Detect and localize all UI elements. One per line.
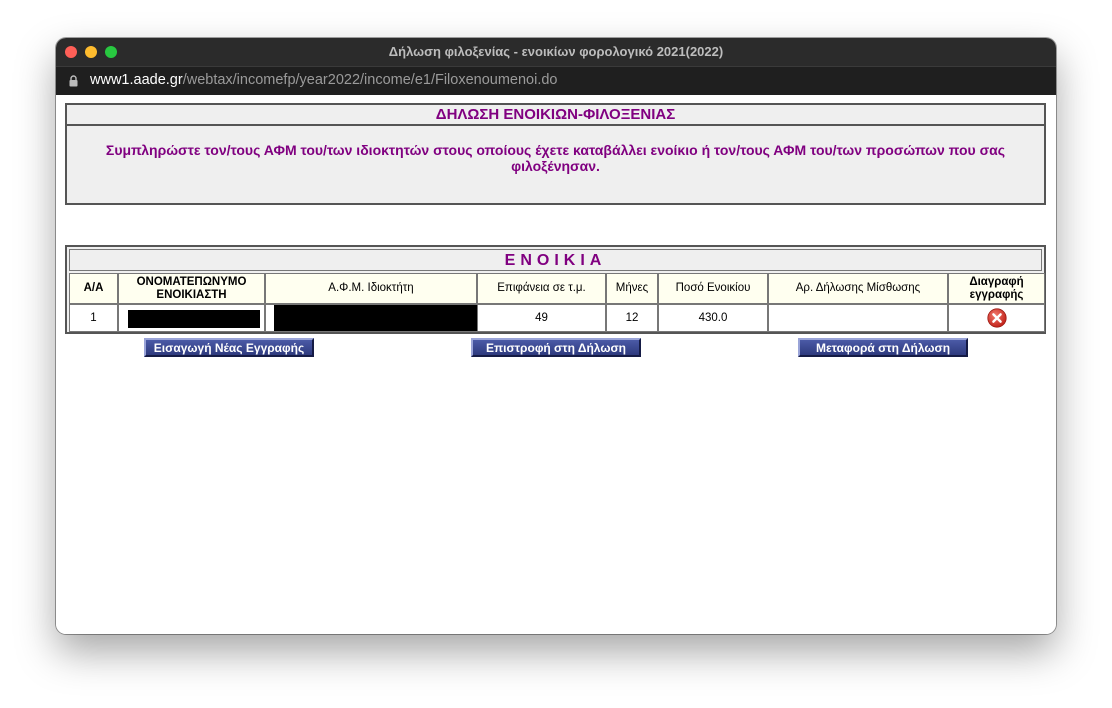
header-amount: Ποσό Ενοικίου — [658, 273, 768, 304]
url-text[interactable]: www1.aade.gr/webtax/incomefp/year2022/in… — [90, 72, 558, 88]
row-delete-cell — [948, 304, 1045, 332]
header-name: ΟΝΟΜΑΤΕΠΩΝΥΜΟ ΕΝΟΙΚΙΑΣΤΗ — [118, 273, 265, 304]
delete-x-icon[interactable] — [986, 308, 1007, 328]
row-name-field[interactable] — [118, 304, 265, 332]
redacted-name — [128, 310, 260, 328]
address-bar[interactable]: www1.aade.gr/webtax/incomefp/year2022/in… — [56, 66, 1056, 95]
row-area[interactable]: 49 — [477, 304, 606, 332]
header-afm: Α.Φ.Μ. Ιδιοκτήτη — [265, 273, 477, 304]
row-months[interactable]: 12 — [606, 304, 658, 332]
row-lease-no[interactable] — [768, 304, 948, 332]
rentals-table: ΕΝΟΙΚΙΑ Α/Α ΟΝΟΜΑΤΕΠΩΝΥΜΟ ΕΝΟΙΚΙΑΣΤΗ Α.Φ… — [65, 245, 1046, 334]
header-months: Μήνες — [606, 273, 658, 304]
rentals-title: ΕΝΟΙΚΙΑ — [69, 249, 1042, 271]
row-aa: 1 — [69, 304, 118, 332]
browser-window: Δήλωση φιλοξενίας - ενοικίων φορολογικό … — [56, 38, 1056, 634]
row-afm-field[interactable] — [265, 304, 478, 332]
redacted-afm — [274, 305, 478, 331]
lock-icon — [69, 75, 78, 87]
url-path: /webtax/incomefp/year2022/income/e1/Filo… — [182, 72, 558, 88]
page-content: ΔΗΛΩΣΗ ΕΝΟΙΚΙΩΝ-ΦΙΛΟΞΕΝΙΑΣ Συμπληρώστε τ… — [56, 95, 1056, 634]
header-delete: Διαγραφή εγγραφής — [948, 273, 1045, 304]
header-aa: Α/Α — [69, 273, 118, 304]
row-amount[interactable]: 430.0 — [658, 304, 768, 332]
header-lease-no: Αρ. Δήλωσης Μίσθωσης — [768, 273, 948, 304]
return-to-declaration-button[interactable]: Επιστροφή στη Δήλωση — [471, 338, 641, 357]
form-title: ΔΗΛΩΣΗ ΕΝΟΙΚΙΩΝ-ΦΙΛΟΞΕΝΙΑΣ — [67, 105, 1044, 126]
transfer-to-declaration-button[interactable]: Μεταφορά στη Δήλωση — [798, 338, 968, 357]
window-title: Δήλωση φιλοξενίας - ενοικίων φορολογικό … — [388, 44, 724, 59]
header-area: Επιφάνεια σε τ.μ. — [477, 273, 606, 304]
form-description: Συμπληρώστε τον/τους ΑΦΜ του/των ιδιοκτη… — [105, 142, 1006, 174]
new-entry-button[interactable]: Εισαγωγή Νέας Εγγραφής — [144, 338, 314, 357]
url-domain: www1.aade.gr — [90, 72, 183, 88]
form-header: ΔΗΛΩΣΗ ΕΝΟΙΚΙΩΝ-ΦΙΛΟΞΕΝΙΑΣ Συμπληρώστε τ… — [65, 103, 1046, 205]
title-bar: Δήλωση φιλοξενίας - ενοικίων φορολογικό … — [56, 38, 1056, 66]
